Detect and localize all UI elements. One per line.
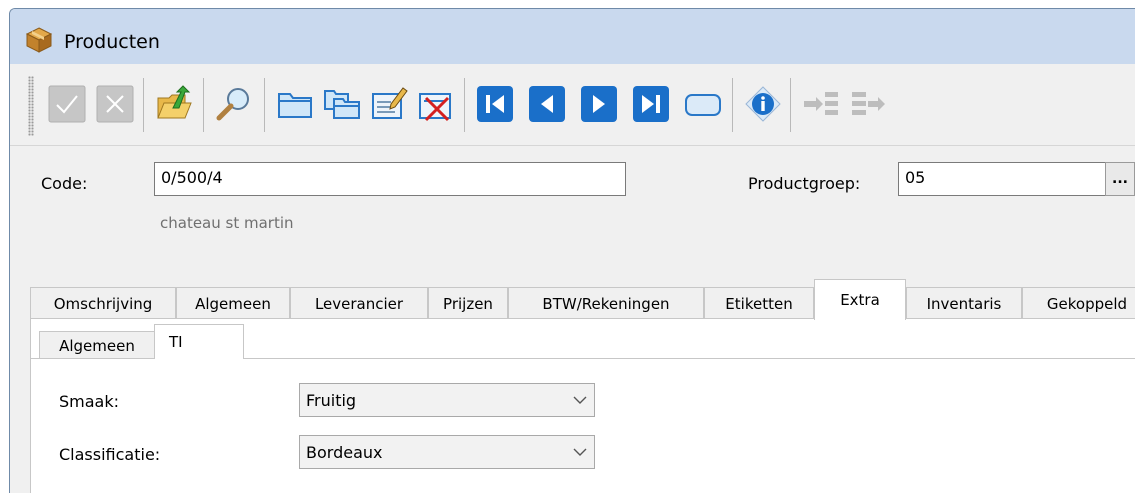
folder-icon bbox=[278, 93, 312, 118]
ti-subpanel: Smaak: Fruitig Classificatie: Bordeaux bbox=[31, 358, 1135, 493]
first-record-button[interactable] bbox=[470, 78, 520, 130]
smaak-value: Fruitig bbox=[306, 390, 357, 410]
extra-subtabs: Algemeen TI bbox=[31, 319, 1135, 359]
edit-record-button[interactable] bbox=[364, 78, 414, 130]
info-button[interactable] bbox=[738, 78, 788, 130]
search-button[interactable] bbox=[209, 78, 259, 130]
chevron-down-icon bbox=[573, 448, 587, 456]
tab-btw-rekeningen[interactable]: BTW/Rekeningen bbox=[508, 287, 704, 319]
edit-icon bbox=[372, 87, 408, 119]
confirm-button[interactable] bbox=[42, 78, 92, 130]
tab-leverancier[interactable]: Leverancier bbox=[290, 287, 428, 319]
folder-up-icon bbox=[157, 85, 192, 119]
window-title: Producten bbox=[64, 31, 160, 53]
export-button[interactable] bbox=[844, 78, 894, 130]
merge-button[interactable] bbox=[796, 78, 846, 130]
tab-omschrijving[interactable]: Omschrijving bbox=[30, 287, 176, 319]
smaak-label: Smaak: bbox=[59, 392, 120, 411]
chevron-down-icon bbox=[573, 396, 587, 404]
tab-extra[interactable]: Extra bbox=[814, 279, 906, 320]
toolbar-separator bbox=[732, 78, 733, 132]
new-record-button[interactable] bbox=[270, 78, 320, 130]
tab-prijzen[interactable]: Prijzen bbox=[428, 287, 508, 319]
productgroep-input[interactable]: 05 bbox=[898, 162, 1106, 196]
product-description: chateau st martin bbox=[160, 214, 294, 232]
title-bar: Producten bbox=[10, 9, 1135, 64]
toolbar-grip[interactable] bbox=[28, 76, 34, 136]
next-icon bbox=[581, 86, 617, 122]
info-icon bbox=[745, 86, 781, 122]
delete-record-button[interactable] bbox=[411, 78, 461, 130]
next-record-button[interactable] bbox=[574, 78, 624, 130]
code-label: Code: bbox=[41, 174, 88, 193]
tab-gekoppeld[interactable]: Gekoppeld bbox=[1022, 287, 1135, 319]
previous-icon bbox=[529, 86, 565, 122]
tab-inventaris[interactable]: Inventaris bbox=[906, 287, 1022, 319]
main-tabs: Omschrijving Algemeen Leverancier Prijze… bbox=[30, 279, 1135, 320]
classificatie-select[interactable]: Bordeaux bbox=[299, 435, 595, 469]
blank-button[interactable] bbox=[678, 78, 728, 130]
toolbar-separator bbox=[790, 78, 791, 132]
skip-last-icon bbox=[633, 86, 669, 122]
delete-icon bbox=[419, 93, 451, 122]
subtab-ti[interactable]: TI bbox=[154, 324, 244, 359]
rounded-rect-icon bbox=[685, 94, 721, 116]
merge-icon bbox=[804, 92, 838, 115]
tab-etiketten[interactable]: Etiketten bbox=[704, 287, 814, 319]
package-icon bbox=[25, 27, 53, 53]
code-input[interactable]: 0/500/4 bbox=[154, 162, 626, 196]
skip-first-icon bbox=[477, 86, 513, 122]
toolbar-separator bbox=[464, 78, 465, 132]
close-icon bbox=[96, 85, 134, 123]
export-icon bbox=[852, 92, 885, 115]
toolbar-separator bbox=[203, 78, 204, 132]
tab-algemeen[interactable]: Algemeen bbox=[176, 287, 290, 319]
product-header-form: Code: 0/500/4 chateau st martin Productg… bbox=[10, 146, 1135, 296]
cancel-button[interactable] bbox=[90, 78, 140, 130]
check-icon bbox=[48, 85, 86, 123]
productgroep-label: Productgroep: bbox=[748, 174, 861, 193]
producten-window: Producten Code: 0/500/4 chateau st marti… bbox=[9, 8, 1135, 493]
open-folder-button[interactable] bbox=[150, 78, 200, 130]
toolbar-separator bbox=[264, 78, 265, 132]
classificatie-label: Classificatie: bbox=[59, 445, 161, 464]
magnifier-icon bbox=[216, 88, 249, 121]
classificatie-value: Bordeaux bbox=[306, 442, 383, 462]
copy-record-button[interactable] bbox=[317, 78, 367, 130]
folders-icon bbox=[324, 90, 360, 119]
toolbar bbox=[10, 64, 1135, 146]
smaak-select[interactable]: Fruitig bbox=[299, 383, 595, 417]
subtab-algemeen[interactable]: Algemeen bbox=[39, 331, 155, 359]
extra-tab-panel: Algemeen TI Smaak: Fruitig Classificatie… bbox=[30, 318, 1135, 493]
previous-record-button[interactable] bbox=[522, 78, 572, 130]
last-record-button[interactable] bbox=[626, 78, 676, 130]
toolbar-separator bbox=[143, 78, 144, 132]
productgroep-lookup-button[interactable]: ... bbox=[1105, 162, 1135, 196]
